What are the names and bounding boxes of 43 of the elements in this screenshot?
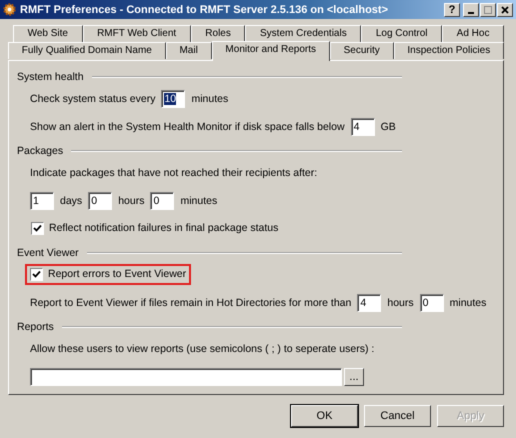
label: minutes — [191, 93, 228, 105]
dialog-button[interactable]: OK — [291, 405, 358, 427]
checkbox-label: Reflect notification failures in final package status — [49, 222, 278, 234]
close-icon[interactable] — [500, 4, 510, 14]
label: Allow these users to view reports (use semicolons ( ; ) to seperate users) : — [30, 343, 374, 355]
label: Check system status every — [30, 93, 156, 105]
label: minutes — [450, 297, 486, 309]
browse-button[interactable]: ... — [344, 368, 364, 386]
checkbox-label: Report errors to Event Viewer — [48, 268, 186, 280]
input-field[interactable]: 4 — [357, 294, 382, 312]
dialog-button[interactable]: Cancel — [364, 405, 431, 427]
section-heading: System health — [17, 71, 84, 83]
label: Indicate packages that have not reached their recipients after: — [30, 167, 318, 179]
tab[interactable]: RMFT Web Client — [82, 25, 191, 42]
label: Report to Event Viewer if files remain in Hot Directories for more than — [30, 297, 352, 309]
label: Show an alert in the System Health Monitor if disk space falls below — [30, 121, 345, 133]
input-field[interactable]: 10 — [161, 90, 186, 108]
tab[interactable]: Log Control — [361, 25, 442, 42]
tab[interactable]: Fully Qualified Domain Name — [8, 42, 166, 59]
input-field[interactable]: 0 — [88, 192, 112, 210]
input-field[interactable]: 0 — [150, 192, 174, 210]
checkbox[interactable] — [31, 222, 44, 234]
section-heading: Reports — [17, 321, 54, 333]
tab[interactable]: Monitor and Reports — [212, 41, 330, 61]
label: minutes — [180, 195, 218, 207]
input-field[interactable]: 1 — [30, 192, 54, 210]
tab[interactable]: Ad Hoc — [442, 25, 504, 42]
input-field[interactable]: 0 — [420, 294, 444, 312]
checkbox[interactable] — [30, 268, 43, 280]
label: hours — [118, 195, 144, 207]
tab[interactable]: Inspection Policies — [394, 42, 504, 59]
section-heading: Event Viewer — [17, 247, 79, 259]
label: hours — [387, 297, 414, 309]
label: days — [60, 195, 82, 207]
section-heading: Packages — [17, 145, 64, 157]
input-field[interactable] — [30, 368, 342, 386]
window-title: RMFT Preferences - Connected to RMFT Server 2.5.136 on <localhost> — [20, 4, 389, 16]
label: GB — [380, 121, 396, 133]
tab[interactable]: Web Site — [13, 25, 83, 42]
help-button[interactable]: ? — [444, 2, 460, 16]
input-field[interactable]: 4 — [350, 118, 375, 136]
tab[interactable]: Security — [330, 42, 394, 59]
gear-icon — [3, 3, 16, 16]
